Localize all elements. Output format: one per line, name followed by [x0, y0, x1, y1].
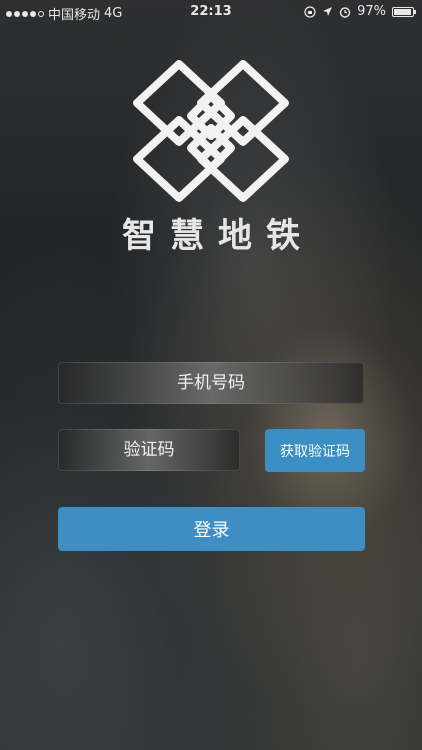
location-arrow-icon — [323, 7, 333, 16]
rotation-lock-icon — [304, 5, 316, 18]
verification-code-input[interactable] — [58, 429, 240, 471]
get-verification-code-button[interactable]: 获取验证码 — [265, 429, 365, 472]
interlocking-diamonds-logo — [133, 60, 289, 202]
phone-number-input[interactable] — [58, 362, 364, 404]
status-bar: 中国移动 4G 22:13 97% — [0, 0, 422, 24]
battery-percent: 97% — [357, 4, 386, 19]
battery-icon — [392, 6, 416, 17]
alarm-clock-icon — [339, 6, 351, 18]
app-title: 智慧地铁 — [122, 216, 314, 256]
login-button[interactable]: 登录 — [58, 507, 365, 551]
status-right: 97% — [304, 4, 416, 19]
battery-fill — [394, 8, 412, 15]
